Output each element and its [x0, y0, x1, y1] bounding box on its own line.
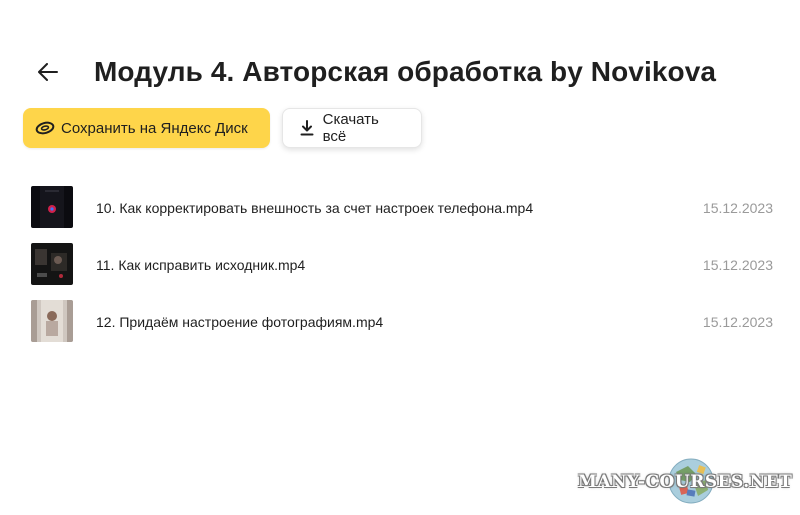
- save-to-yandex-disk-button[interactable]: Сохранить на Яндекс Диск: [23, 108, 270, 148]
- download-button-label: Скачать всё: [322, 111, 379, 145]
- video-thumbnail-icon: [31, 300, 73, 342]
- page-title: Модуль 4. Авторская обработка by Novikov…: [94, 56, 717, 87]
- arrow-left-icon: [38, 63, 58, 81]
- video-thumbnail-icon: [31, 243, 73, 285]
- download-all-button[interactable]: Скачать всё: [282, 108, 422, 148]
- watermark: MANY-COURSES.NET: [578, 458, 793, 504]
- file-list: 10. Как корректировать внешность за счет…: [0, 179, 800, 350]
- page-header: Модуль 4. Авторская обработка by Novikov…: [32, 56, 716, 88]
- video-thumbnail-icon: [31, 186, 73, 228]
- file-date: 15.12.2023: [702, 199, 773, 216]
- file-date: 15.12.2023: [702, 313, 773, 330]
- download-icon: [297, 118, 317, 138]
- file-row[interactable]: 11. Как исправить исходник.mp4 15.12.202…: [0, 236, 800, 293]
- file-row[interactable]: 12. Придаём настроение фотографиям.mp4 1…: [0, 293, 800, 350]
- yandex-disk-icon: [35, 118, 55, 138]
- top-cut-off-text: [430, 0, 660, 3]
- file-name: 11. Как исправить исходник.mp4: [96, 256, 306, 273]
- file-name: 12. Придаём настроение фотографиям.mp4: [96, 313, 384, 330]
- watermark-text: MANY-COURSES.NET: [578, 472, 793, 492]
- back-button[interactable]: [32, 56, 64, 88]
- action-bar: Сохранить на Яндекс Диск Скачать всё: [23, 108, 422, 148]
- file-row[interactable]: 10. Как корректировать внешность за счет…: [0, 179, 800, 236]
- save-button-label: Сохранить на Яндекс Диск: [61, 119, 248, 137]
- file-name: 10. Как корректировать внешность за счет…: [96, 199, 534, 216]
- file-date: 15.12.2023: [702, 256, 773, 273]
